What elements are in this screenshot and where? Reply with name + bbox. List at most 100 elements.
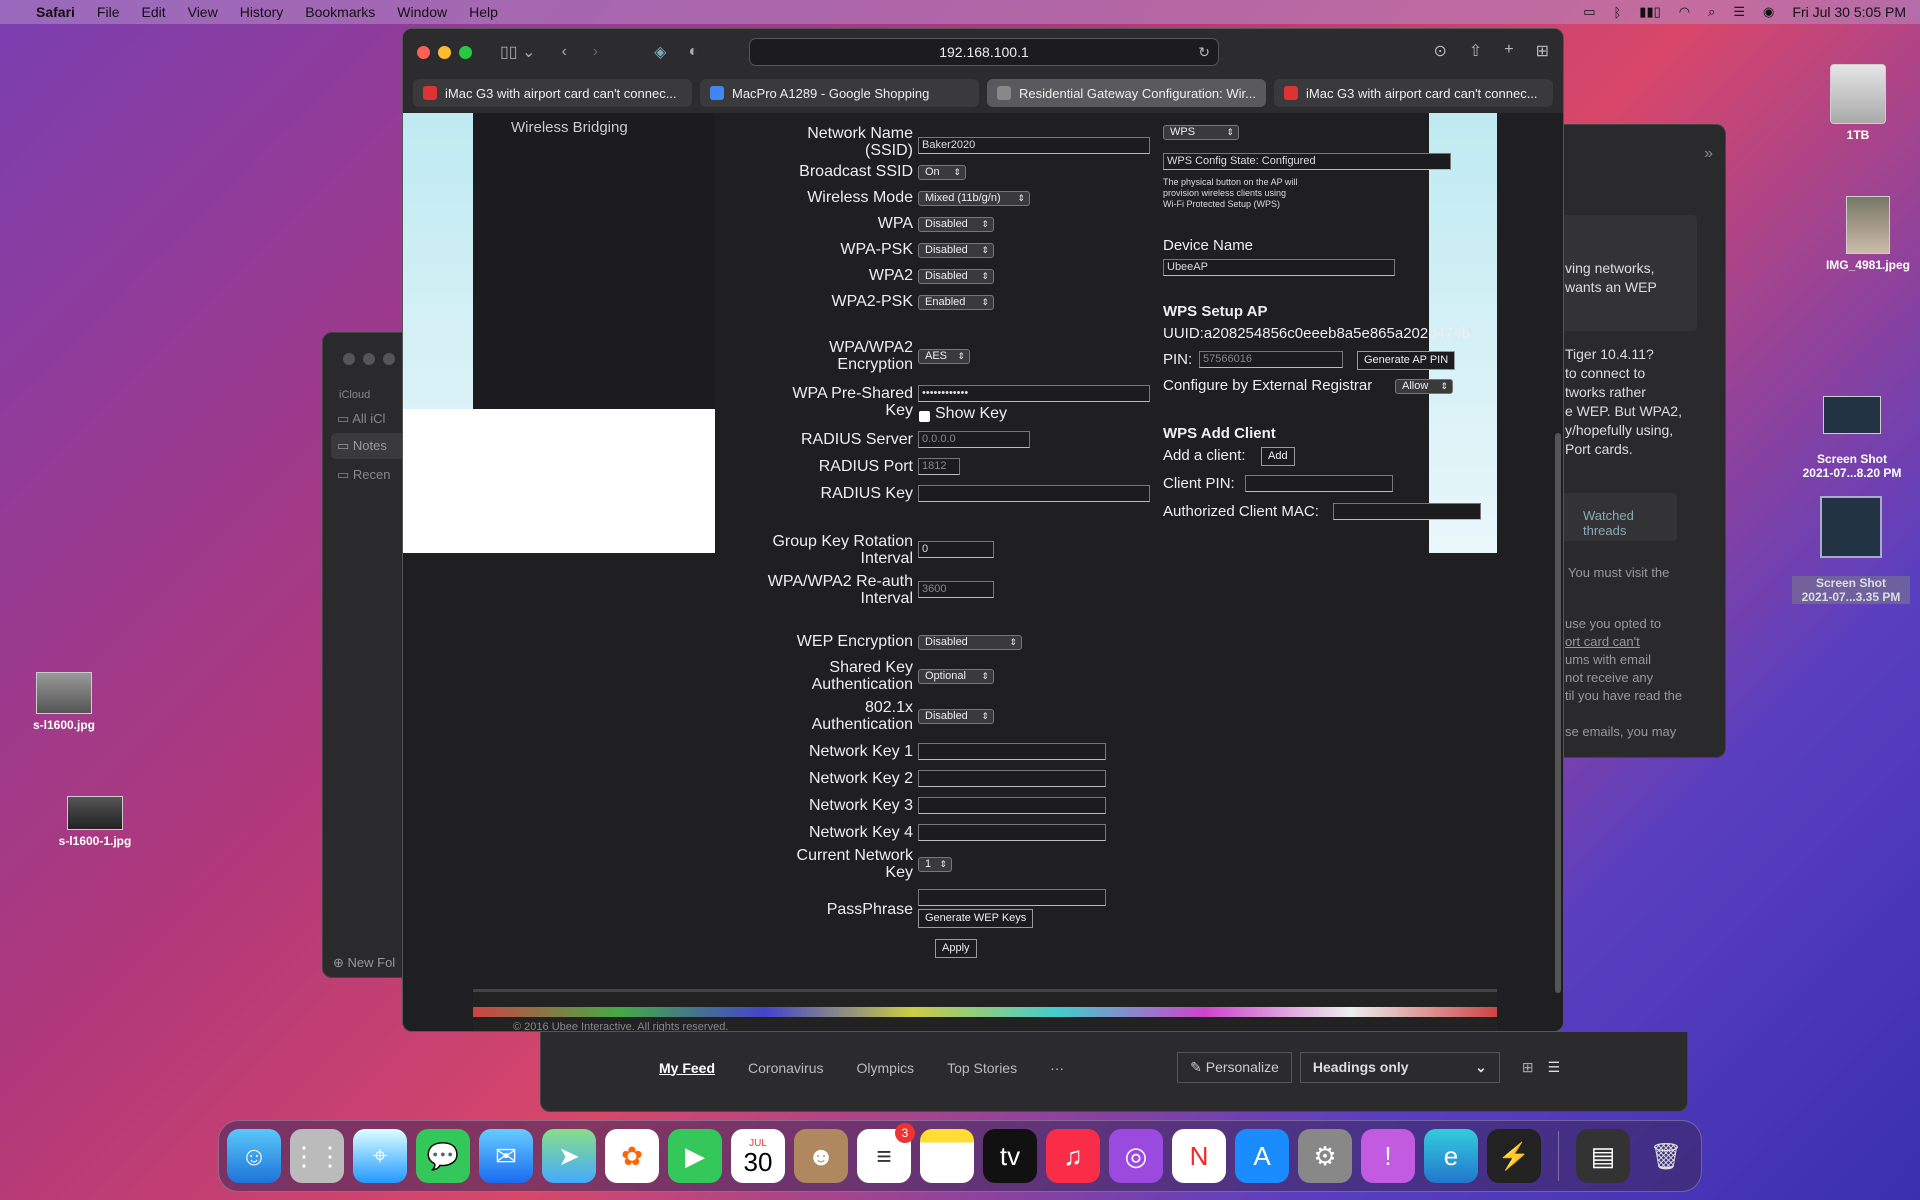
messages-icon[interactable]: 💬 <box>416 1129 470 1183</box>
wps-select[interactable]: WPS <box>1163 125 1239 140</box>
desktop-icon-1tb[interactable]: 1TB <box>1822 64 1894 142</box>
finder-icon[interactable]: ☺ <box>227 1129 281 1183</box>
nav-wireless-bridging[interactable]: Wireless Bridging <box>511 119 628 136</box>
news-more-icon[interactable]: ··· <box>1050 1060 1064 1076</box>
reload-icon[interactable]: ↻ <box>1198 44 1210 61</box>
menu-history[interactable]: History <box>240 4 284 20</box>
reminders-icon[interactable]: ≡ 3 <box>857 1123 915 1183</box>
client-pin-input[interactable] <box>1245 475 1393 492</box>
radius-server-input[interactable]: 0.0.0.0 <box>918 431 1030 448</box>
downloads-stack-icon[interactable]: ▤ <box>1576 1129 1630 1183</box>
wpa-select[interactable]: Disabled <box>918 217 994 232</box>
menu-edit[interactable]: Edit <box>141 4 165 20</box>
menu-app-name[interactable]: Safari <box>36 4 75 20</box>
network-key-4-input[interactable] <box>918 824 1106 841</box>
desktop-icon-screenshot-1[interactable]: Screen Shot 2021-07...8.20 PM <box>1796 382 1908 494</box>
desktop-icon-img4981[interactable]: IMG_4981.jpeg <box>1820 196 1916 272</box>
bluetooth-icon[interactable]: ᛒ <box>1613 5 1621 20</box>
launchpad-icon[interactable]: ⋮⋮ <box>290 1129 344 1183</box>
siri-icon[interactable]: ◉ <box>1763 4 1774 20</box>
wpa2-select[interactable]: Disabled <box>918 269 994 284</box>
sidebar-icon[interactable]: ▯▯ ⌄ <box>500 42 535 62</box>
wpa-psk-select[interactable]: Disabled <box>918 243 994 258</box>
menu-bookmarks[interactable]: Bookmarks <box>305 4 375 20</box>
news-tab-coronavirus[interactable]: Coronavirus <box>748 1060 823 1076</box>
wep-encryption-select[interactable]: Disabled <box>918 635 1022 650</box>
podcasts-icon[interactable]: ◎ <box>1109 1129 1163 1183</box>
system-preferences-icon[interactable]: ⚙ <box>1298 1129 1352 1183</box>
show-key-checkbox[interactable] <box>919 411 930 422</box>
8021x-auth-select[interactable]: Disabled <box>918 709 994 724</box>
downloads-icon[interactable]: ⊙ <box>1433 41 1446 61</box>
device-name-input[interactable]: UbeeAP <box>1163 259 1395 276</box>
wifi-icon[interactable]: ◠ <box>1679 4 1690 20</box>
wpa2-psk-select[interactable]: Enabled <box>918 295 994 310</box>
calendar-icon[interactable]: JUL 30 <box>731 1129 785 1183</box>
generate-ap-pin-button[interactable]: Generate AP PIN <box>1357 351 1456 370</box>
list-view-icon[interactable]: ☰ <box>1548 1059 1561 1076</box>
watched-threads-link[interactable]: Watched threads <box>1583 508 1677 538</box>
close-window-button[interactable] <box>417 45 430 59</box>
safari-icon[interactable]: ⌖ <box>353 1129 407 1183</box>
display-icon[interactable]: ▭ <box>1583 4 1595 20</box>
spotlight-icon[interactable]: ⌕ <box>1708 4 1715 20</box>
mail-icon[interactable]: ✉ <box>479 1129 533 1183</box>
trash-icon[interactable]: 🗑 <box>1639 1129 1693 1183</box>
news-tab-my-feed[interactable]: My Feed <box>659 1060 715 1076</box>
menu-file[interactable]: File <box>97 4 120 20</box>
desktop-icon-sl1600[interactable]: s-l1600.jpg <box>24 672 104 732</box>
news-tab-olympics[interactable]: Olympics <box>857 1060 915 1076</box>
share-icon[interactable]: ⇧ <box>1469 41 1482 61</box>
desktop-icon-screenshot-2[interactable]: Screen Shot 2021-07...3.35 PM <box>1792 482 1910 618</box>
psk-input[interactable]: •••••••••••• <box>918 385 1150 402</box>
tab-overview-icon[interactable]: ⊞ <box>1536 41 1549 61</box>
feedback-icon[interactable]: ! <box>1361 1129 1415 1183</box>
facetime-icon[interactable]: ▶ <box>668 1129 722 1183</box>
tab-2[interactable]: MacPro A1289 - Google Shopping <box>700 79 979 107</box>
notes-folder-recent[interactable]: ▭ Recen <box>337 467 390 483</box>
menu-clock[interactable]: Fri Jul 30 5:05 PM <box>1792 4 1906 20</box>
personalize-button[interactable]: ✎ Personalize <box>1177 1052 1292 1083</box>
shared-key-auth-select[interactable]: Optional <box>918 669 994 684</box>
battery-icon[interactable]: ▮▮▯ <box>1639 4 1660 20</box>
network-key-3-input[interactable] <box>918 797 1106 814</box>
notes-icon[interactable] <box>920 1129 974 1183</box>
edge-browser-icon[interactable]: e <box>1424 1129 1478 1183</box>
tab-4[interactable]: iMac G3 with airport card can't connec..… <box>1274 79 1553 107</box>
external-registrar-select[interactable]: Allow <box>1395 379 1453 394</box>
page-scrollbar[interactable] <box>1555 433 1561 993</box>
generate-wep-keys-button[interactable]: Generate WEP Keys <box>918 909 1034 928</box>
ssid-input[interactable]: Baker2020 <box>918 137 1150 154</box>
notes-folder-all[interactable]: ▭ All iCl <box>337 411 385 427</box>
headings-dropdown[interactable]: Headings only ⌄ <box>1299 1052 1500 1083</box>
app-launcher-icon[interactable]: ⚡ <box>1487 1129 1541 1183</box>
apple-tv-icon[interactable]: tv <box>983 1129 1037 1183</box>
privacy-shield-icon[interactable]: ◐ <box>688 43 698 61</box>
news-tab-top-stories[interactable]: Top Stories <box>947 1060 1017 1076</box>
zoom-window-button[interactable] <box>459 45 472 59</box>
new-folder-button[interactable]: ⊕ New Fol <box>333 955 395 971</box>
apply-button[interactable]: Apply <box>935 939 977 958</box>
extension-icon[interactable]: ◈ <box>654 42 666 62</box>
music-icon[interactable]: ♫ <box>1046 1129 1100 1183</box>
group-key-rotation-input[interactable]: 0 <box>918 541 994 558</box>
add-client-button[interactable]: Add <box>1261 447 1295 466</box>
app-store-icon[interactable]: A <box>1235 1129 1289 1183</box>
maps-icon[interactable]: ➤ <box>542 1129 596 1183</box>
news-icon[interactable]: N <box>1172 1129 1226 1183</box>
network-key-1-input[interactable] <box>918 743 1106 760</box>
new-tab-icon[interactable]: + <box>1504 41 1513 61</box>
desktop-icon-sl1600-1[interactable]: s-l1600-1.jpg <box>50 796 140 848</box>
tab-3-active[interactable]: Residential Gateway Configuration: Wir..… <box>987 79 1266 107</box>
control-center-icon[interactable]: ☰ <box>1733 4 1745 20</box>
radius-key-input[interactable] <box>918 485 1150 502</box>
radius-port-input[interactable]: 1812 <box>918 458 960 475</box>
back-icon[interactable]: ‹ <box>561 43 566 61</box>
chevron-right-icon[interactable]: » <box>1704 145 1713 163</box>
authorized-mac-input[interactable] <box>1333 503 1481 520</box>
wireless-mode-select[interactable]: Mixed (11b/g/n) <box>918 191 1030 206</box>
forward-icon[interactable]: › <box>593 43 598 61</box>
address-bar[interactable]: 192.168.100.1 ↻ <box>749 38 1219 66</box>
contacts-icon[interactable]: ☻ <box>794 1129 848 1183</box>
broadcast-ssid-select[interactable]: On <box>918 165 966 180</box>
